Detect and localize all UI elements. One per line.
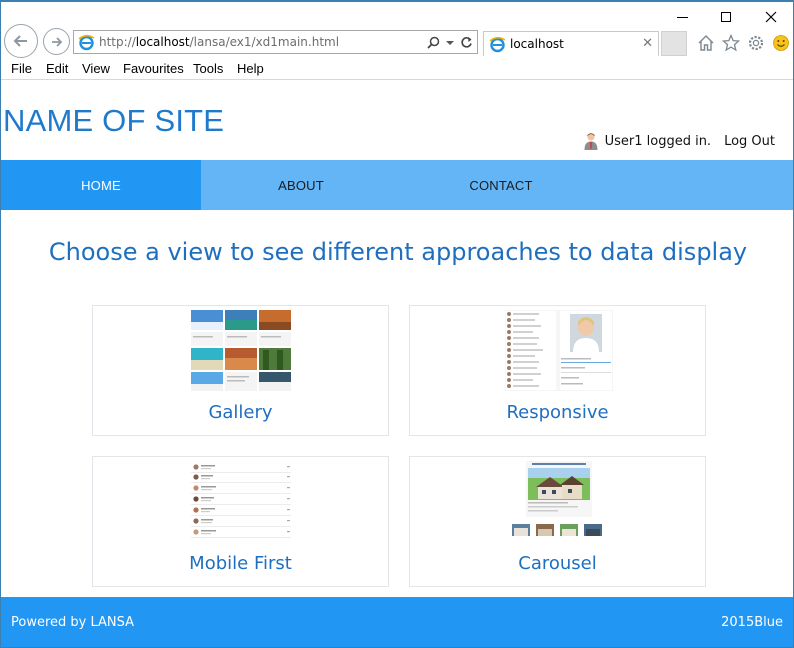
card-carousel[interactable]: Carousel	[409, 456, 706, 587]
url-prefix: http://	[99, 35, 136, 49]
menu-bar: File Edit View Favourites Tools Help	[1, 58, 793, 80]
web-page: NAME OF SITE User1 logged in. Log Out HO…	[1, 81, 793, 647]
maximize-button[interactable]	[709, 6, 743, 28]
footer-theme-name: 2015Blue	[721, 615, 783, 630]
mobile-first-thumbnail	[191, 461, 291, 542]
user-avatar-icon	[584, 133, 598, 150]
carousel-preview-image	[512, 461, 602, 536]
responsive-thumbnail	[505, 310, 613, 391]
minimize-icon	[676, 16, 688, 18]
ie-logo-icon	[489, 36, 506, 53]
site-title: NAME OF SITE	[3, 103, 225, 138]
card-label-carousel: Carousel	[518, 553, 597, 574]
browser-window: http://localhost/lansa/ex1/xd1main.html …	[0, 0, 794, 648]
user-status: User1 logged in.	[604, 133, 712, 149]
url-host: localhost	[135, 35, 190, 49]
card-mobile-first[interactable]: Mobile First	[92, 456, 389, 587]
forward-button[interactable]	[43, 28, 70, 55]
smiley-icon	[772, 34, 789, 51]
feedback-button[interactable]	[770, 32, 791, 53]
close-icon	[765, 11, 777, 23]
search-icon[interactable]	[427, 36, 440, 49]
url-text[interactable]: http://localhost/lansa/ex1/xd1main.html	[99, 35, 339, 49]
nav-home[interactable]: HOME	[1, 160, 201, 210]
menu-view[interactable]: View	[82, 61, 110, 76]
home-button[interactable]	[695, 32, 716, 53]
nav-about[interactable]: ABOUT	[201, 160, 401, 210]
settings-button[interactable]	[745, 32, 766, 53]
url-path: /lansa/ex1/xd1main.html	[189, 35, 340, 49]
new-tab-button[interactable]	[661, 31, 687, 56]
page-heading: Choose a view to see different approache…	[48, 238, 748, 266]
user-area: User1 logged in. Log Out	[583, 132, 775, 150]
nav-contact[interactable]: CONTACT	[401, 160, 601, 210]
address-bar[interactable]: http://localhost/lansa/ex1/xd1main.html	[73, 30, 478, 54]
carousel-thumbnail	[510, 461, 606, 542]
menu-help[interactable]: Help	[237, 61, 264, 76]
forward-arrow-icon	[51, 36, 62, 47]
site-footer: Powered by LANSA 2015Blue	[1, 597, 793, 647]
responsive-preview-image	[505, 310, 613, 391]
star-icon	[721, 33, 740, 51]
card-responsive[interactable]: Responsive	[409, 305, 706, 436]
gallery-preview-image	[191, 310, 291, 391]
refresh-icon[interactable]	[460, 36, 473, 49]
footer-powered-by: Powered by LANSA	[11, 615, 135, 630]
tab-localhost[interactable]: localhost ✕	[483, 31, 659, 56]
menu-file[interactable]: File	[11, 61, 32, 76]
card-label-mobile-first: Mobile First	[189, 553, 292, 574]
address-bar-icons	[427, 34, 473, 51]
menu-tools[interactable]: Tools	[193, 61, 223, 76]
gallery-thumbnail	[191, 310, 291, 391]
title-bar	[1, 2, 793, 32]
close-window-button[interactable]	[754, 6, 788, 28]
gear-icon	[748, 35, 763, 50]
back-arrow-icon	[13, 35, 27, 47]
browser-toolbar-icons	[695, 32, 791, 53]
menu-favourites[interactable]: Favourites	[123, 61, 184, 76]
tab-close-icon[interactable]: ✕	[642, 36, 653, 51]
menu-edit[interactable]: Edit	[46, 61, 68, 76]
minimize-button[interactable]	[665, 6, 699, 28]
main-nav: HOME ABOUT CONTACT	[1, 160, 793, 210]
ie-logo-icon	[78, 34, 95, 51]
maximize-icon	[721, 12, 731, 22]
home-icon	[698, 34, 713, 51]
logout-link[interactable]: Log Out	[724, 134, 775, 149]
card-label-gallery: Gallery	[208, 402, 273, 423]
mobile-first-preview-image	[191, 464, 291, 538]
card-gallery[interactable]: Gallery	[92, 305, 389, 436]
back-button[interactable]	[4, 24, 38, 58]
tab-label: localhost	[510, 37, 564, 51]
card-label-responsive: Responsive	[506, 402, 609, 423]
favorites-button[interactable]	[720, 32, 741, 53]
dropdown-arrow-icon[interactable]	[446, 39, 454, 47]
